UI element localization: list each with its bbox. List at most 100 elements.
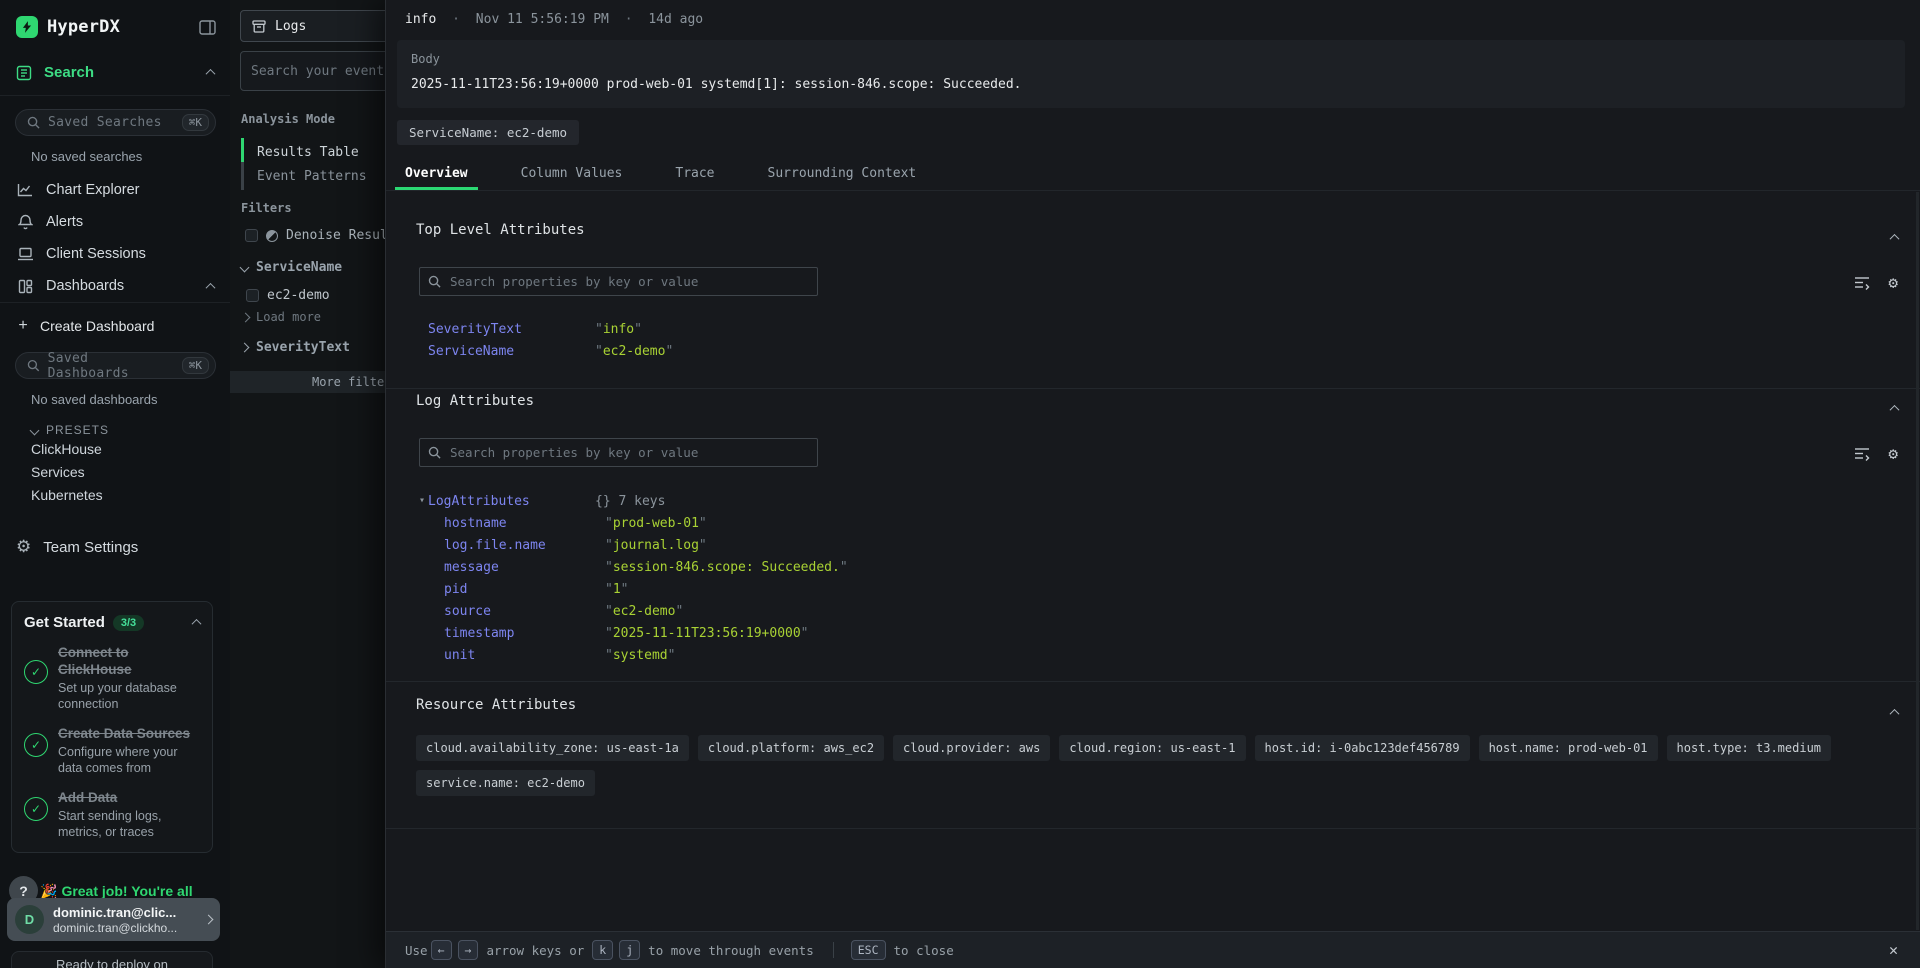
dashboard-grid-icon <box>16 279 34 294</box>
presets-toggle[interactable]: PRESETS <box>31 423 214 437</box>
get-started-item[interactable]: ✓ Create Data Sources Configure where yo… <box>24 725 200 776</box>
body-text: 2025-11-11T23:56:19+0000 prod-web-01 sys… <box>411 77 1891 92</box>
arrow-right-key: → <box>458 940 479 960</box>
chevron-up-icon[interactable] <box>206 282 216 292</box>
attribute-key[interactable]: message <box>444 560 499 575</box>
log-attributes-search-input[interactable] <box>419 438 818 467</box>
chevron-up-icon[interactable] <box>192 619 202 629</box>
user-email: dominic.tran@clickho... <box>53 921 177 935</box>
get-started-item-title: Add Data <box>58 789 200 806</box>
collapse-section-icon[interactable] <box>1891 701 1898 720</box>
tab-trace[interactable]: Trace <box>665 160 724 190</box>
attribute-key[interactable]: SeverityText <box>428 322 522 337</box>
tab-surrounding-context[interactable]: Surrounding Context <box>758 160 927 190</box>
plus-icon: + <box>16 317 30 335</box>
chevron-down-icon <box>30 425 40 435</box>
collapse-section-icon[interactable] <box>1891 226 1898 245</box>
sidebar-item-chart-explorer[interactable]: Chart Explorer <box>0 174 230 206</box>
resource-tag[interactable]: host.id: i-0abc123def456789 <box>1255 735 1470 761</box>
create-dashboard-label: Create Dashboard <box>40 318 154 334</box>
attribute-key[interactable]: timestamp <box>444 626 514 641</box>
get-started-header[interactable]: Get Started 3/3 <box>24 614 200 631</box>
preset-kubernetes[interactable]: Kubernetes <box>0 483 230 506</box>
source-selector-label: Logs <box>275 19 306 34</box>
attribute-value[interactable]: session-846.scope: Succeeded. <box>605 560 848 575</box>
attribute-value[interactable]: 1 <box>605 582 628 597</box>
hyperdx-logo-icon[interactable] <box>16 16 38 38</box>
collapse-section-icon[interactable] <box>1891 397 1898 416</box>
gear-icon[interactable]: ⚙ <box>1888 273 1898 292</box>
deploy-banner[interactable]: Ready to deploy on <box>11 951 213 968</box>
divider <box>386 388 1920 389</box>
chevron-right-icon <box>241 312 251 322</box>
get-started-progress-badge: 3/3 <box>113 615 144 631</box>
service-name-tag[interactable]: ServiceName: ec2-demo <box>397 120 579 145</box>
preset-clickhouse[interactable]: ClickHouse <box>0 437 230 460</box>
resource-tags: cloud.availability_zone: us-east-1a clou… <box>416 735 1893 796</box>
search-icon <box>27 116 40 129</box>
attribute-value[interactable]: systemd <box>605 648 675 663</box>
resource-tag[interactable]: host.type: t3.medium <box>1667 735 1832 761</box>
sidebar-item-client-sessions[interactable]: Client Sessions <box>0 238 230 270</box>
resource-tag[interactable]: service.name: ec2-demo <box>416 770 595 796</box>
attribute-key[interactable]: pid <box>444 582 467 597</box>
filter-group-severitytext[interactable]: SeverityText <box>241 340 350 355</box>
footer-text: Use <box>405 943 428 958</box>
top-level-search-input[interactable] <box>419 267 818 296</box>
attribute-value[interactable]: ec2-demo <box>595 344 673 359</box>
attribute-key[interactable]: source <box>444 604 491 619</box>
attribute-value[interactable]: journal.log <box>605 538 707 553</box>
resource-tag[interactable]: cloud.provider: aws <box>893 735 1050 761</box>
user-name: dominic.tran@clic... <box>53 905 177 921</box>
no-saved-searches-text: No saved searches <box>31 149 214 164</box>
sidebar-item-team-settings[interactable]: ⚙ Team Settings <box>16 532 214 562</box>
filter-group-servicename[interactable]: ServiceName <box>241 260 342 275</box>
resource-tag[interactable]: cloud.platform: aws_ec2 <box>698 735 884 761</box>
attribute-row: pid 1 <box>386 582 1920 604</box>
attribute-key[interactable]: unit <box>444 648 475 663</box>
collapse-sidebar-icon[interactable] <box>199 20 216 35</box>
attribute-value[interactable]: 2025-11-11T23:56:19+0000 <box>605 626 809 641</box>
search-section-icon <box>16 65 32 81</box>
sidebar-item-alerts[interactable]: Alerts <box>0 206 230 238</box>
resource-tag[interactable]: cloud.region: us-east-1 <box>1059 735 1245 761</box>
preset-services[interactable]: Services <box>0 460 230 483</box>
resource-tag[interactable]: cloud.availability_zone: us-east-1a <box>416 735 689 761</box>
get-started-item[interactable]: ✓ Add Data Start sending logs, metrics, … <box>24 789 200 840</box>
get-started-item[interactable]: ✓ Connect to ClickHouse Set up your data… <box>24 644 200 712</box>
check-circle-icon: ✓ <box>24 797 48 821</box>
attribute-value[interactable]: info <box>595 322 642 337</box>
load-more-button[interactable]: Load more <box>242 310 321 324</box>
saved-searches-input[interactable]: Saved Searches ⌘K <box>15 109 216 136</box>
app-title: HyperDX <box>47 17 120 37</box>
filter-option-ec2-demo[interactable]: ec2-demo <box>246 288 330 303</box>
scrollbar[interactable] <box>1916 192 1919 930</box>
tab-column-values[interactable]: Column Values <box>511 160 633 190</box>
resource-tag[interactable]: host.name: prod-web-01 <box>1479 735 1658 761</box>
saved-dashboards-input[interactable]: Saved Dashboards ⌘K <box>15 352 216 379</box>
collapse-tree-icon[interactable]: ▾ <box>419 495 425 506</box>
attribute-key[interactable]: ServiceName <box>428 344 514 359</box>
sidebar-item-search[interactable]: Search <box>16 64 214 95</box>
user-menu[interactable]: D dominic.tran@clic... dominic.tran@clic… <box>7 898 220 941</box>
get-started-item-desc: Start sending logs, metrics, or traces <box>58 808 200 840</box>
app-root: HyperDX Search Saved Searches ⌘K No save… <box>0 0 1920 968</box>
denoise-checkbox[interactable] <box>245 229 258 242</box>
chevron-up-icon[interactable] <box>206 69 216 79</box>
create-dashboard-button[interactable]: + Create Dashboard <box>16 313 214 339</box>
tab-overview[interactable]: Overview <box>395 160 478 190</box>
sidebar-item-dashboards[interactable]: Dashboards <box>0 270 230 302</box>
close-icon[interactable]: ✕ <box>1889 941 1898 959</box>
attribute-key[interactable]: hostname <box>444 516 507 531</box>
service-checkbox[interactable] <box>246 289 259 302</box>
attribute-value[interactable]: prod-web-01 <box>605 516 707 531</box>
filters-label: Filters <box>241 201 292 215</box>
attribute-key[interactable]: log.file.name <box>444 538 546 553</box>
presets-label: PRESETS <box>46 423 109 437</box>
wrap-text-icon[interactable] <box>1854 275 1871 290</box>
wrap-text-icon[interactable] <box>1854 446 1871 461</box>
gear-icon[interactable]: ⚙ <box>1888 444 1898 463</box>
attribute-value[interactable]: ec2-demo <box>605 604 683 619</box>
saved-dashboards-placeholder: Saved Dashboards <box>48 351 174 381</box>
attribute-key[interactable]: LogAttributes <box>428 494 530 509</box>
